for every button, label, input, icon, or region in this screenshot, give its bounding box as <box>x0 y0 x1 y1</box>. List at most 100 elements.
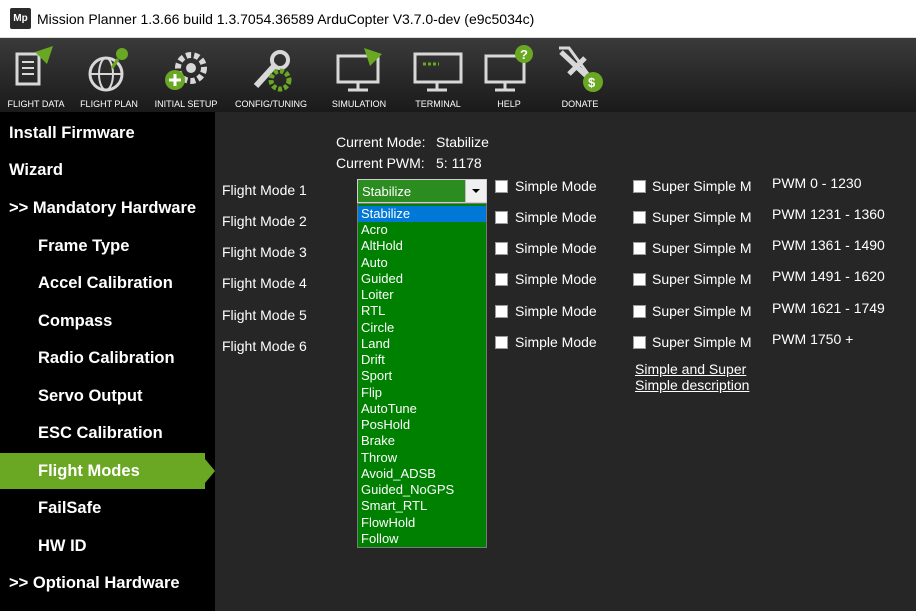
simple-mode-2-checkbox[interactable] <box>495 211 508 224</box>
flight-mode-1-select[interactable]: Stabilize <box>357 179 487 203</box>
dropdown-option[interactable]: FlowHold <box>358 515 486 531</box>
dropdown-option[interactable]: Loiter <box>358 287 486 303</box>
pwm-range-6: PWM 1750 + <box>772 331 854 347</box>
initial-setup-icon <box>165 52 207 90</box>
super-simple-5-label: Super Simple M <box>652 303 752 319</box>
sidebar-item-mandatory-hardware[interactable]: >> Mandatory Hardware <box>0 190 215 226</box>
flight-data-icon <box>15 46 53 86</box>
super-simple-1-checkbox[interactable] <box>633 180 646 193</box>
flight-mode-1-label: Flight Mode 1 <box>222 182 307 198</box>
terminal-icon <box>413 52 463 92</box>
toolbar-simulation-button[interactable]: SIMULATION <box>327 38 391 112</box>
window-title: Mission Planner 1.3.66 build 1.3.7054.36… <box>37 11 535 27</box>
flight-mode-dropdown-list: Stabilize Acro AltHold Auto Guided Loite… <box>357 203 487 548</box>
sidebar-item-failsafe[interactable]: FailSafe <box>0 490 215 526</box>
setup-sidebar: Install Firmware Wizard >> Mandatory Har… <box>0 112 215 611</box>
toolbar-config-tuning-button[interactable]: CONFIG/TUNING <box>235 38 307 112</box>
flight-mode-2-label: Flight Mode 2 <box>222 213 307 229</box>
dropdown-option[interactable]: Sport <box>358 368 486 384</box>
pwm-range-5: PWM 1621 - 1749 <box>772 300 885 316</box>
simple-mode-3-label: Simple Mode <box>515 240 597 256</box>
flight-mode-3-label: Flight Mode 3 <box>222 244 307 260</box>
sidebar-item-servo-output[interactable]: Servo Output <box>0 378 215 414</box>
simple-mode-1-checkbox[interactable] <box>495 180 508 193</box>
dropdown-option[interactable]: Guided <box>358 271 486 287</box>
svg-text:?: ? <box>520 47 528 62</box>
dropdown-option[interactable]: Flip <box>358 385 486 401</box>
simulation-icon <box>336 48 382 92</box>
app-logo-icon: Mp <box>10 8 31 29</box>
chevron-down-icon <box>472 189 480 193</box>
dropdown-option[interactable]: Drift <box>358 352 486 368</box>
dropdown-option[interactable]: AltHold <box>358 238 486 254</box>
simple-description-link-line2[interactable]: Simple description <box>635 377 749 393</box>
flight-plan-icon <box>88 48 128 92</box>
pwm-range-2: PWM 1231 - 1360 <box>772 206 885 222</box>
flight-mode-6-label: Flight Mode 6 <box>222 338 307 354</box>
toolbar-donate-button[interactable]: $ DONATE <box>548 38 612 112</box>
dropdown-option[interactable]: AutoTune <box>358 401 486 417</box>
current-pwm-value: 5: 1178 <box>436 155 482 171</box>
sidebar-item-wizard[interactable]: Wizard <box>0 152 215 188</box>
sidebar-item-optional-hardware[interactable]: >> Optional Hardware <box>0 565 215 601</box>
flight-mode-1-select-value: Stabilize <box>362 184 412 199</box>
dropdown-option[interactable]: PosHold <box>358 417 486 433</box>
toolbar-flight-plan-button[interactable]: FLIGHT PLAN <box>77 38 141 112</box>
help-icon: ? <box>484 45 533 92</box>
main-toolbar: FLIGHT DATA FLIGHT PLAN INITIAL SETUP CO <box>0 38 916 112</box>
super-simple-1-label: Super Simple M <box>652 178 752 194</box>
sidebar-item-hw-id[interactable]: HW ID <box>0 528 215 564</box>
simple-mode-6-checkbox[interactable] <box>495 336 508 349</box>
dropdown-option[interactable]: Avoid_ADSB <box>358 466 486 482</box>
super-simple-3-label: Super Simple M <box>652 240 752 256</box>
super-simple-2-label: Super Simple M <box>652 209 752 225</box>
sidebar-item-radio-calibration[interactable]: Radio Calibration <box>0 340 215 376</box>
simple-mode-1-label: Simple Mode <box>515 178 597 194</box>
dropdown-option[interactable]: Stabilize <box>358 206 486 222</box>
pwm-range-1: PWM 0 - 1230 <box>772 175 862 191</box>
dropdown-button[interactable] <box>465 180 486 202</box>
donate-icon: $ <box>559 46 603 92</box>
sidebar-item-frame-type[interactable]: Frame Type <box>0 228 215 264</box>
current-mode-label: Current Mode: <box>336 134 426 150</box>
simple-mode-6-label: Simple Mode <box>515 334 597 350</box>
sidebar-item-accel-calibration[interactable]: Accel Calibration <box>0 265 215 301</box>
simple-mode-2-label: Simple Mode <box>515 209 597 225</box>
toolbar-label: DONATE <box>561 99 599 109</box>
dropdown-option[interactable]: Follow <box>358 531 486 547</box>
super-simple-4-label: Super Simple M <box>652 271 752 287</box>
dropdown-option[interactable]: Brake <box>358 433 486 449</box>
pwm-range-4: PWM 1491 - 1620 <box>772 268 885 284</box>
dropdown-option[interactable]: Land <box>358 336 486 352</box>
super-simple-6-checkbox[interactable] <box>633 336 646 349</box>
super-simple-4-checkbox[interactable] <box>633 273 646 286</box>
simple-mode-4-label: Simple Mode <box>515 271 597 287</box>
simple-mode-4-checkbox[interactable] <box>495 273 508 286</box>
super-simple-3-checkbox[interactable] <box>633 242 646 255</box>
dropdown-option[interactable]: Auto <box>358 255 486 271</box>
super-simple-2-checkbox[interactable] <box>633 211 646 224</box>
super-simple-5-checkbox[interactable] <box>633 305 646 318</box>
sidebar-item-compass[interactable]: Compass <box>0 303 215 339</box>
sidebar-item-esc-calibration[interactable]: ESC Calibration <box>0 415 215 451</box>
dropdown-option[interactable]: Smart_RTL <box>358 498 486 514</box>
simple-mode-5-checkbox[interactable] <box>495 305 508 318</box>
dropdown-option[interactable]: Guided_NoGPS <box>358 482 486 498</box>
toolbar-initial-setup-button[interactable]: INITIAL SETUP <box>154 38 218 112</box>
sidebar-item-flight-modes[interactable]: Flight Modes <box>0 453 215 489</box>
simple-mode-3-checkbox[interactable] <box>495 242 508 255</box>
sidebar-item-install-firmware[interactable]: Install Firmware <box>0 115 215 151</box>
simple-description-link-line1[interactable]: Simple and Super <box>635 361 746 377</box>
svg-text:$: $ <box>588 75 596 90</box>
flight-mode-4-label: Flight Mode 4 <box>222 275 307 291</box>
dropdown-option[interactable]: Acro <box>358 222 486 238</box>
title-bar: Mp Mission Planner 1.3.66 build 1.3.7054… <box>0 0 916 38</box>
pwm-range-3: PWM 1361 - 1490 <box>772 237 885 253</box>
current-pwm-label: Current PWM: <box>336 155 425 171</box>
dropdown-option[interactable]: Circle <box>358 320 486 336</box>
simple-mode-5-label: Simple Mode <box>515 303 597 319</box>
dropdown-option[interactable]: RTL <box>358 303 486 319</box>
dropdown-option[interactable]: Throw <box>358 450 486 466</box>
current-mode-value: Stabilize <box>436 134 489 150</box>
flight-mode-5-label: Flight Mode 5 <box>222 307 307 323</box>
